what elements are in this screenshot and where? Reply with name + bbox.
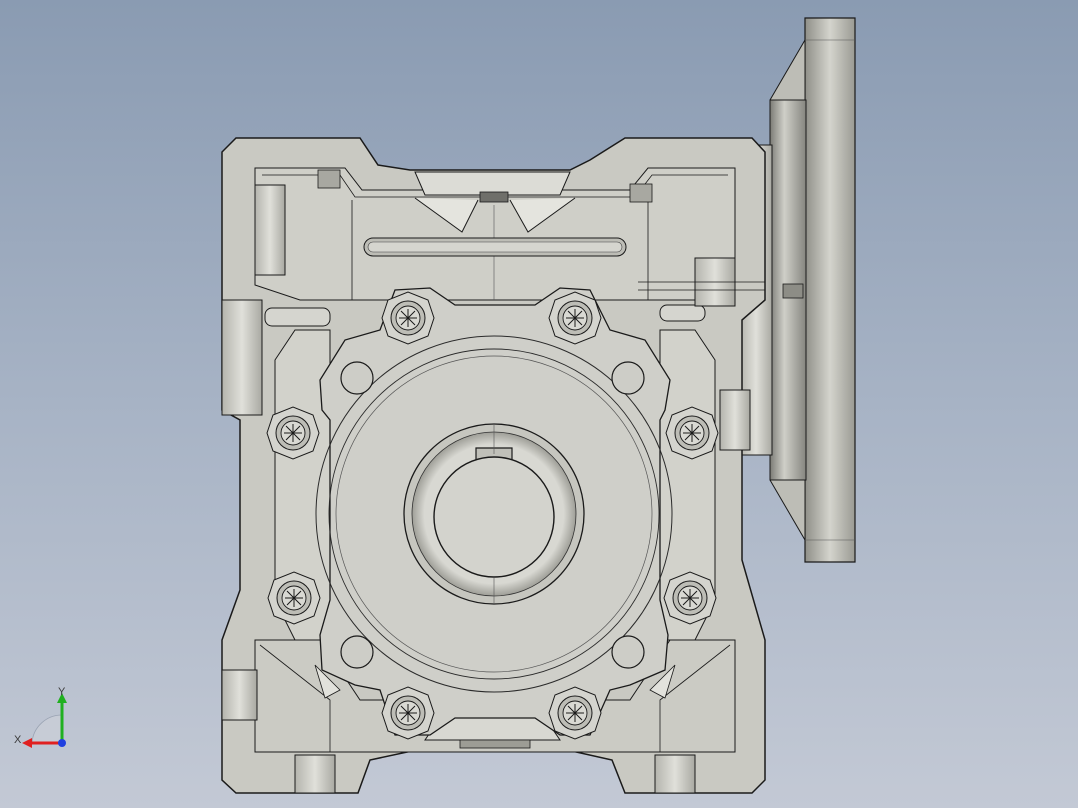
screw-bottom-left: [381, 686, 435, 740]
z-axis-dot: [58, 739, 66, 747]
triad-quadrant: [31, 714, 63, 744]
screw-bottom-right: [548, 686, 602, 740]
screw-mid-right: [665, 406, 719, 460]
screw-mid-left: [266, 406, 320, 460]
axis-triad: Y X: [14, 686, 67, 748]
screw-lower-left: [267, 571, 321, 625]
screw-lower-right: [663, 571, 717, 625]
gearbox-3d-model[interactable]: [0, 0, 1078, 808]
graphics-viewport[interactable]: Y X: [0, 0, 1078, 808]
x-axis-label: X: [14, 734, 22, 746]
output-bore: [403, 423, 585, 605]
screw-top-left: [381, 291, 435, 345]
x-axis-head-icon: [22, 738, 32, 748]
screw-top-right: [548, 291, 602, 345]
y-axis-label: Y: [58, 686, 66, 698]
